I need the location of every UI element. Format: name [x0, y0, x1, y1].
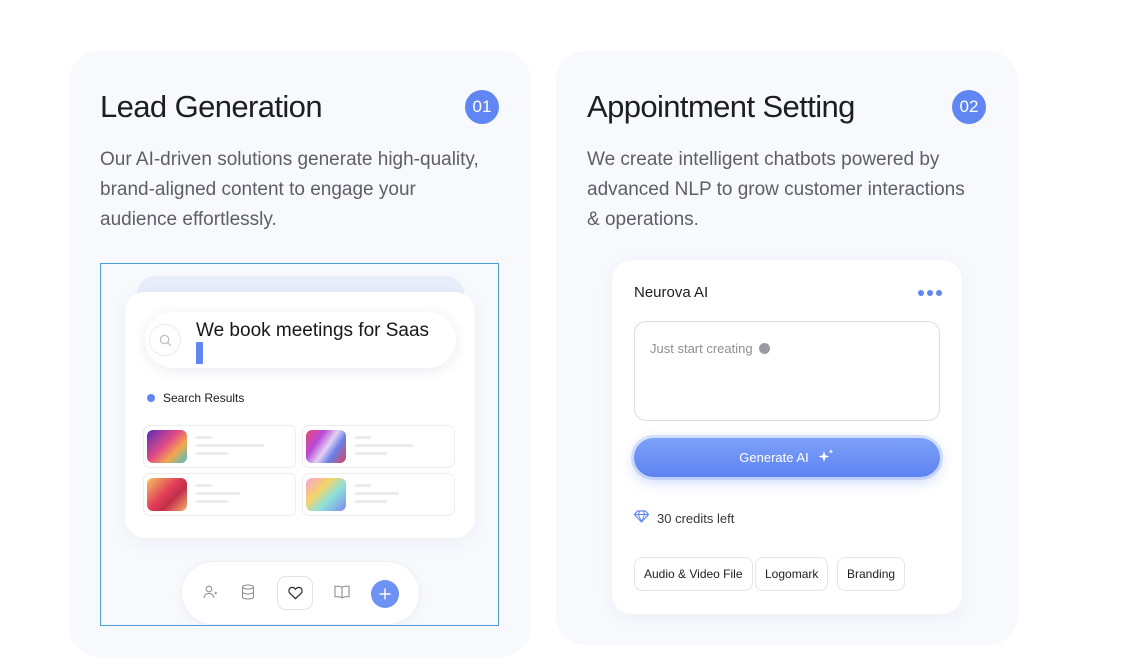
tag-branding[interactable]: Branding	[837, 557, 906, 591]
lead-generation-preview: We book meetings for Saas Search Results	[100, 263, 499, 626]
appointment-setting-description: We create intelligent chatbots powered b…	[587, 149, 965, 230]
search-icon	[149, 324, 181, 356]
tag-audio-video-file[interactable]: Audio & Video File	[634, 557, 753, 591]
result-thumbnail	[147, 430, 187, 463]
result-thumbnail	[306, 478, 346, 511]
credits-info: 30 credits left	[633, 510, 735, 526]
bottom-toolbar	[181, 561, 420, 625]
sparkle-icon	[817, 448, 835, 467]
heart-icon[interactable]	[277, 576, 313, 610]
chatbot-widget: Neurova AI Just start creating Generate …	[612, 260, 962, 614]
more-options-icon[interactable]	[918, 290, 942, 296]
plus-icon[interactable]	[371, 580, 399, 608]
result-thumbnail	[147, 478, 187, 511]
appointment-setting-title: Appointment Setting	[587, 89, 855, 124]
diamond-icon	[633, 510, 650, 526]
result-card-3[interactable]	[143, 473, 296, 516]
results-dot-icon	[147, 394, 155, 402]
tag-logomark[interactable]: Logomark	[755, 557, 829, 591]
recording-dot-icon	[758, 343, 770, 354]
lead-generation-title: Lead Generation	[100, 89, 323, 124]
search-input[interactable]: We book meetings for Saas	[145, 312, 456, 368]
prompt-input[interactable]: Just start creating	[634, 321, 940, 421]
chatbot-title: Neurova AI	[634, 284, 709, 301]
lead-generation-description: Our AI-driven solutions generate high-qu…	[100, 149, 479, 230]
search-results-label: Search Results	[147, 391, 244, 405]
result-card-2[interactable]	[302, 425, 455, 468]
lead-generation-card: Lead Generation 01 Our AI-driven solutio…	[69, 51, 531, 657]
search-query-text: We book meetings for Saas	[196, 320, 430, 341]
appointment-setting-card: Appointment Setting 02 We create intelli…	[556, 51, 1018, 645]
search-results-text: Search Results	[163, 391, 245, 405]
search-panel: We book meetings for Saas Search Results	[125, 292, 475, 538]
generate-ai-button[interactable]: Generate AI	[634, 438, 940, 477]
database-icon[interactable]	[238, 582, 258, 602]
result-card-1[interactable]	[143, 425, 296, 468]
appointment-setting-badge: 02	[952, 90, 986, 124]
result-card-4[interactable]	[302, 473, 455, 516]
user-icon[interactable]	[200, 582, 220, 602]
generate-ai-label: Generate AI	[739, 450, 809, 465]
lead-generation-badge: 01	[465, 90, 499, 124]
prompt-placeholder: Just start creating	[650, 341, 770, 356]
text-cursor	[196, 342, 203, 364]
credits-text: 30 credits left	[657, 510, 735, 526]
result-thumbnail	[306, 430, 346, 463]
book-icon[interactable]	[332, 582, 352, 602]
